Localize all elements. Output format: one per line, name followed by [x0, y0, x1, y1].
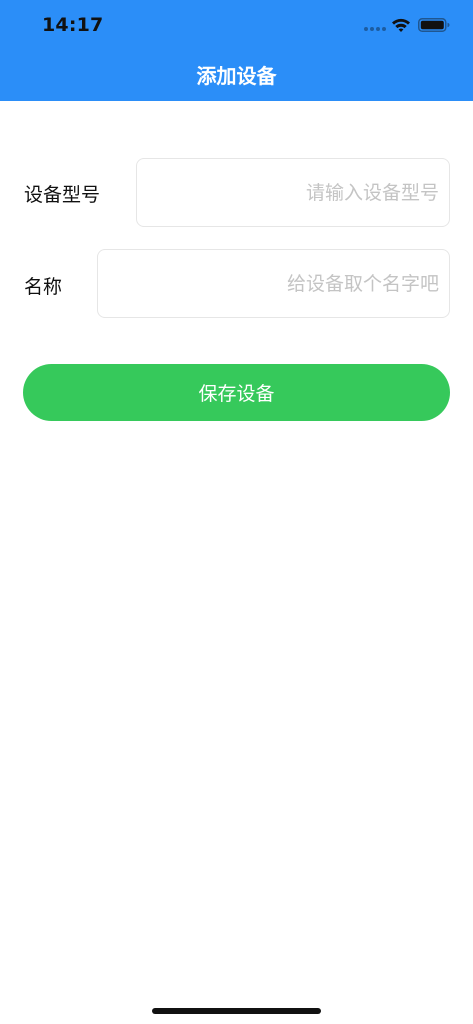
top-bar: 14:17 添加设备: [0, 0, 473, 101]
app-screen: 14:17 添加设备 设备型号 名称 保存设备: [0, 0, 473, 1024]
save-device-button[interactable]: 保存设备: [23, 364, 450, 421]
device-model-label: 设备型号: [24, 184, 101, 206]
device-name-label: 名称: [24, 276, 63, 298]
battery-icon: [418, 18, 450, 32]
status-time: 14:17: [42, 14, 104, 36]
wifi-icon: [392, 18, 410, 32]
cellular-signal-icon: [364, 27, 386, 31]
home-indicator[interactable]: [152, 1008, 321, 1014]
device-name-input[interactable]: [97, 249, 450, 318]
device-model-input[interactable]: [136, 158, 450, 227]
page-title: 添加设备: [196, 64, 277, 88]
